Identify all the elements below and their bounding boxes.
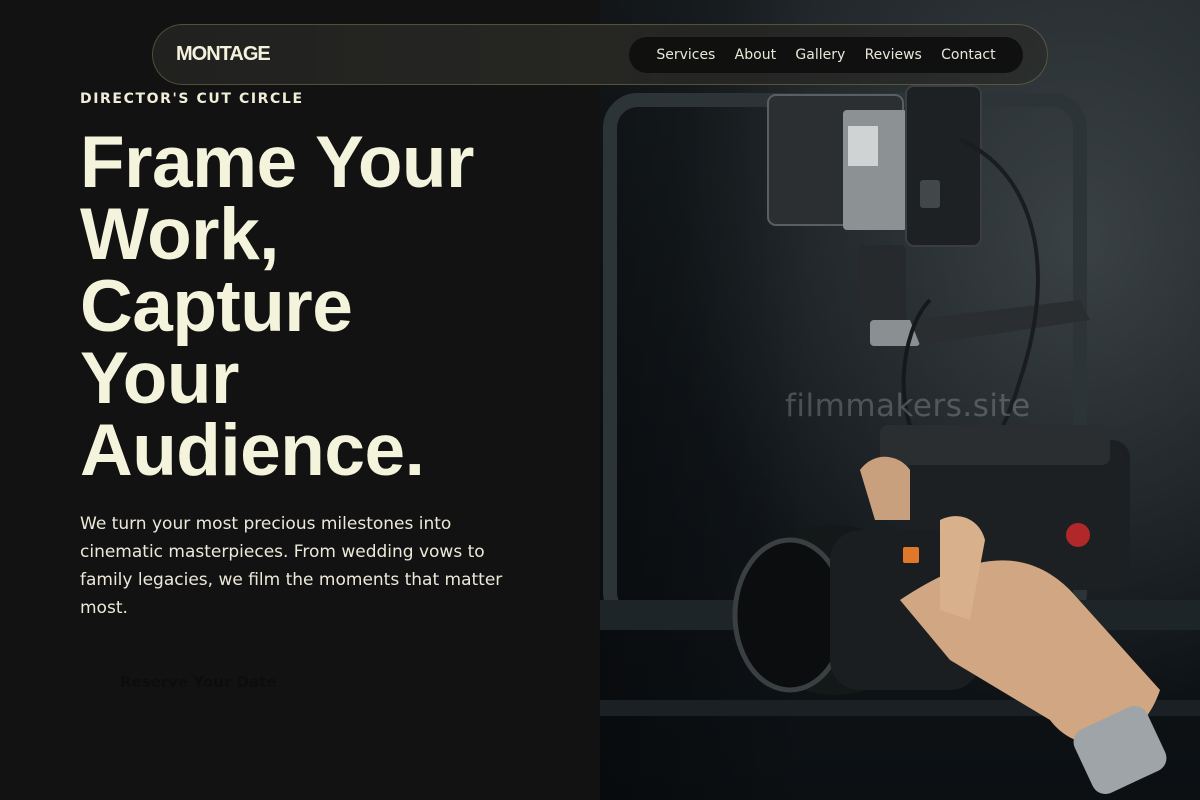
nav-link-contact[interactable]: Contact: [941, 47, 995, 63]
hero-headline: Frame Your Work, Capture Your Audience.: [80, 122, 580, 491]
hero-eyebrow: DIRECTOR'S CUT CIRCLE: [80, 91, 304, 107]
nav-link-gallery[interactable]: Gallery: [795, 47, 845, 63]
headline-line: Capture: [80, 266, 353, 347]
nav-menu: Services About Gallery Reviews Contact: [629, 37, 1023, 73]
reserve-date-button[interactable]: Reserve Your Date: [100, 662, 296, 702]
headline-line: Your: [80, 338, 239, 419]
hero-photo: [600, 0, 1200, 800]
headline-line: Audience.: [80, 410, 425, 491]
headline-line: Frame Your: [80, 122, 474, 203]
nav-link-services[interactable]: Services: [656, 47, 715, 63]
headline-line: Work,: [80, 194, 279, 275]
camera-rig-illustration: [600, 85, 1200, 795]
nav-link-reviews[interactable]: Reviews: [865, 47, 922, 63]
hero-description: We turn your most precious milestones in…: [80, 514, 503, 618]
brand-logo[interactable]: MONTAGE: [176, 43, 271, 66]
nav-link-about[interactable]: About: [735, 47, 776, 63]
